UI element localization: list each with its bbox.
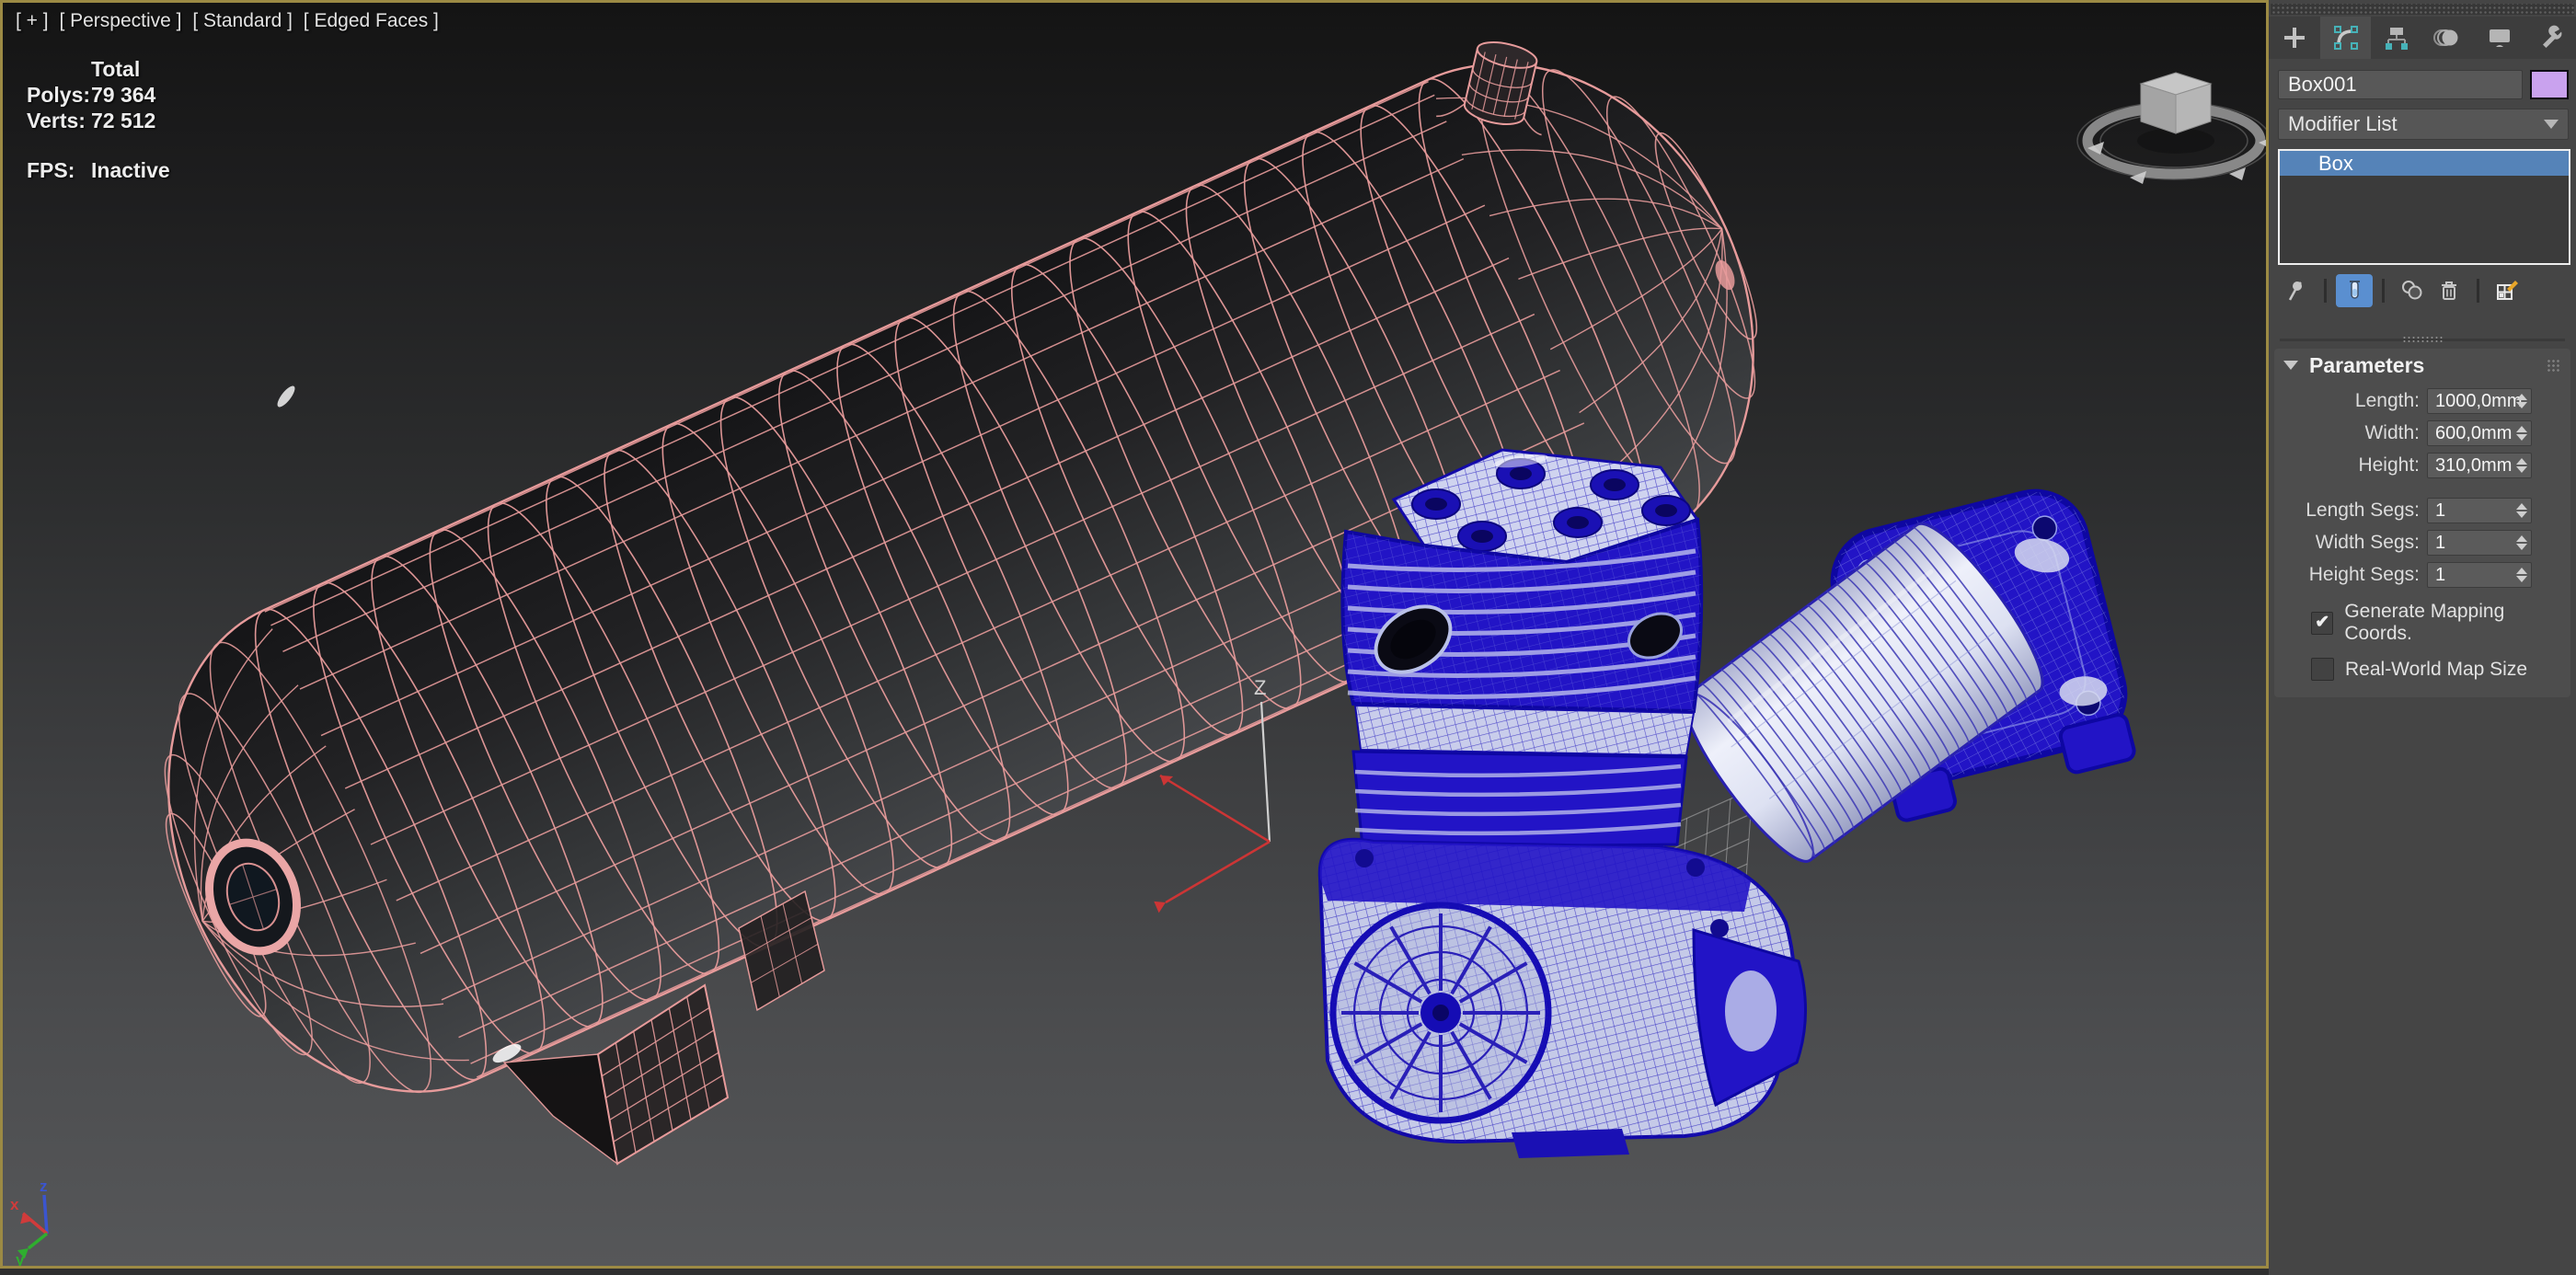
height-input[interactable]: 310,0mm: [2427, 452, 2532, 478]
rollout-splitter[interactable]: [2280, 336, 2565, 343]
stats-total-header: Total: [91, 57, 141, 81]
object-name-row: Box001: [2278, 70, 2569, 99]
tab-create[interactable]: [2269, 17, 2320, 59]
parameters-rollout-header[interactable]: Parameters: [2274, 349, 2570, 382]
configure-modifier-sets-icon: [2497, 281, 2518, 300]
object-name-field[interactable]: Box001: [2278, 70, 2523, 99]
object-color-swatch[interactable]: [2530, 70, 2569, 99]
plus-icon: [2283, 28, 2305, 48]
3dsmax-window: Zz x y [ + ] [ Perspective ] [ Standard ] …: [0, 0, 2576, 1275]
display-monitor-icon: [2489, 29, 2510, 47]
viewport-label-bar: [ + ] [ Perspective ] [ Standard ] [ Edg…: [16, 10, 444, 32]
viewcube[interactable]: [2076, 72, 2266, 184]
viewport-canvas[interactable]: Zz x y: [3, 3, 2266, 1266]
width-row: Width: 600,0mm: [2274, 419, 2559, 446]
checkbox-empty-icon: [2311, 658, 2334, 681]
viewport-shading-style-menu[interactable]: [ Edged Faces ]: [304, 10, 439, 31]
hierarchy-tree-icon: [2386, 28, 2409, 50]
svg-text:Z: Z: [1254, 676, 1266, 699]
make-unique-button[interactable]: [2394, 274, 2431, 307]
width-segs-input[interactable]: 1: [2427, 529, 2532, 556]
length-spinner[interactable]: [2514, 391, 2529, 411]
modify-arc-icon: [2333, 26, 2358, 50]
checkbox-check-icon: ✔: [2311, 611, 2334, 635]
world-axis-tripod: z x y: [10, 1177, 49, 1266]
parameters-rollout: Parameters Length: 1000,0mm Width: 600,0…: [2274, 349, 2570, 697]
compressor-model[interactable]: [1317, 448, 1808, 1158]
motion-circles-icon: [2432, 29, 2458, 46]
show-end-result-icon: [2350, 281, 2360, 299]
rollout-drag-icon: [2547, 359, 2561, 372]
trash-icon: [2442, 281, 2456, 300]
modifier-stack[interactable]: Box: [2278, 149, 2570, 265]
stats-verts-row: Verts: 72 512: [27, 109, 156, 132]
pin-stack-button[interactable]: [2278, 274, 2315, 307]
make-unique-icon: [2402, 281, 2422, 300]
command-panel-tabs: [2269, 17, 2576, 59]
svg-text:x: x: [10, 1196, 19, 1213]
chevron-down-icon: [2544, 120, 2559, 129]
svg-text:z: z: [40, 1177, 48, 1195]
length-segs-input[interactable]: 1: [2427, 497, 2532, 523]
show-end-result-button[interactable]: [2336, 274, 2373, 307]
height-segs-spinner[interactable]: [2514, 565, 2529, 585]
wrench-icon: [2543, 25, 2562, 48]
width-input[interactable]: 600,0mm: [2427, 419, 2532, 446]
real-world-map-size-checkbox[interactable]: Real-World Map Size: [2311, 658, 2570, 681]
tab-modify[interactable]: [2319, 17, 2372, 59]
configure-modifier-sets-button[interactable]: [2489, 274, 2525, 307]
pin-icon: [2288, 281, 2302, 301]
viewport-shading-quality-menu[interactable]: [ Standard ]: [192, 10, 293, 31]
tab-utilities[interactable]: [2524, 17, 2576, 59]
width-spinner[interactable]: [2514, 423, 2529, 443]
chevron-down-icon: [2283, 361, 2298, 370]
viewport-statistics: Total Polys:79 364 Verts: 72 512 FPS: Inac…: [27, 56, 170, 183]
height-spinner[interactable]: [2514, 455, 2529, 476]
modifier-stack-toolbar: [2278, 272, 2570, 309]
viewport-bottom-edge: [0, 1269, 2269, 1275]
modifier-list-dropdown[interactable]: Modifier List: [2278, 109, 2569, 140]
height-segs-row: Height Segs: 1: [2274, 561, 2559, 588]
generate-mapping-coords-checkbox[interactable]: ✔ Generate Mapping Coords.: [2311, 601, 2570, 645]
svg-text:y: y: [16, 1251, 25, 1266]
height-row: Height: 310,0mm: [2274, 452, 2559, 478]
length-row: Length: 1000,0mm: [2274, 387, 2559, 414]
viewport-pov-menu[interactable]: [ Perspective ]: [59, 10, 181, 31]
tab-display[interactable]: [2474, 17, 2525, 59]
viewport-general-menu[interactable]: [ + ]: [16, 10, 49, 31]
width-segs-spinner[interactable]: [2514, 533, 2529, 553]
length-segs-spinner[interactable]: [2514, 500, 2529, 521]
width-segs-row: Width Segs: 1: [2274, 529, 2559, 556]
tab-hierarchy[interactable]: [2371, 17, 2422, 59]
height-segs-input[interactable]: 1: [2427, 561, 2532, 588]
perspective-viewport[interactable]: Zz x y [ + ] [ Perspective ] [ Standard ] …: [0, 0, 2269, 1269]
stats-fps-row: FPS: Inactive: [27, 158, 170, 182]
tab-motion[interactable]: [2422, 17, 2474, 59]
stats-polys-row: Polys:79 364: [27, 83, 156, 107]
length-input[interactable]: 1000,0mm: [2427, 387, 2532, 414]
remove-modifier-button[interactable]: [2431, 274, 2467, 307]
modifier-stack-item-box[interactable]: Box: [2280, 151, 2569, 176]
command-panel: Box001 Modifier List Box Parameters Leng…: [2269, 0, 2576, 1275]
panel-grip[interactable]: [2271, 4, 2574, 15]
length-segs-row: Length Segs: 1: [2274, 497, 2559, 523]
